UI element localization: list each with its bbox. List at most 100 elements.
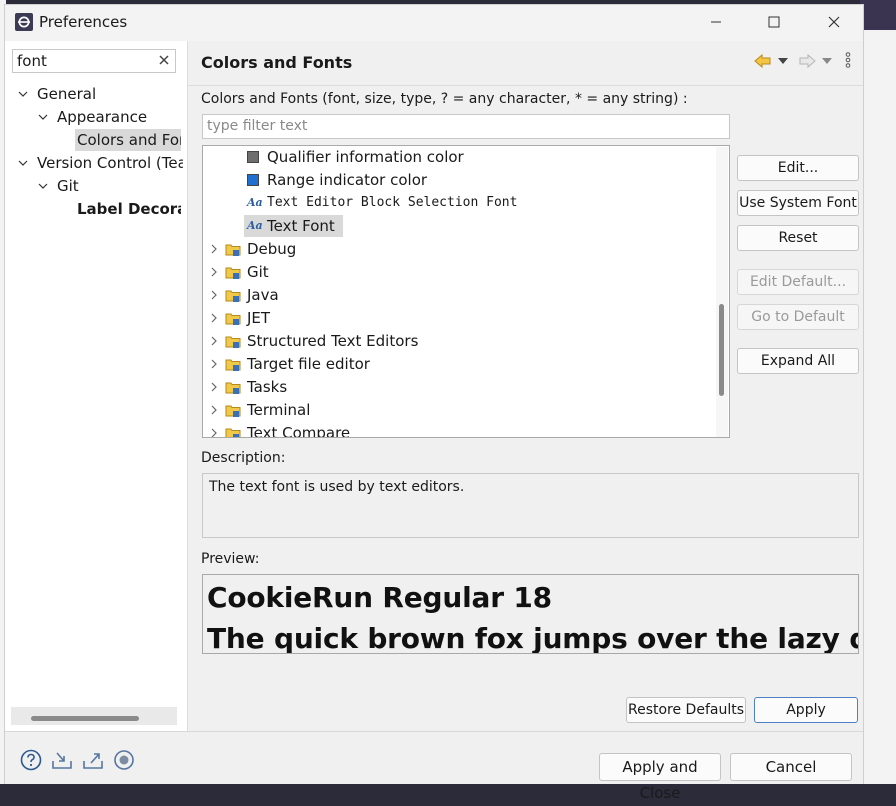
go-to-default-button[interactable]: Go to Default: [737, 304, 859, 330]
chevron-right-icon[interactable]: [209, 427, 219, 438]
view-menu-icon[interactable]: [845, 52, 851, 68]
list-item-label: Text Editor Block Selection Font: [267, 195, 518, 210]
folder-icon: [225, 382, 241, 394]
type-filter-placeholder: type filter text: [207, 118, 308, 134]
preview-font-name: CookieRun Regular 18: [207, 581, 552, 614]
tree-item-label: Version Control (Team): [37, 154, 183, 172]
list-item-label: Text Compare: [247, 424, 351, 438]
background-window: [864, 30, 896, 784]
dialog-footer: Apply and Close Cancel: [5, 731, 863, 802]
tree-item-label: Appearance: [57, 108, 148, 126]
page-title: Colors and Fonts: [201, 53, 353, 72]
chevron-right-icon[interactable]: [209, 243, 219, 255]
list-item-label: Target file editor: [247, 355, 370, 373]
tree-item-appearance[interactable]: Appearance: [37, 106, 183, 128]
restore-defaults-button[interactable]: Restore Defaults: [626, 697, 746, 723]
tree-item-git[interactable]: Git: [37, 175, 183, 197]
tree-item-label: Colors and Fonts: [77, 131, 181, 149]
clear-filter-icon[interactable]: [157, 53, 171, 67]
tree-item-colors-and-fonts[interactable]: Colors and Fonts: [75, 129, 181, 151]
edit-default-button[interactable]: Edit Default...: [737, 269, 859, 295]
chevron-right-icon[interactable]: [209, 404, 219, 416]
list-item-label: Debug: [247, 240, 297, 258]
description-label: Description:: [201, 450, 286, 466]
color-swatch: [247, 174, 259, 186]
folder-icon: [225, 267, 241, 279]
colors-and-fonts-label: Colors and Fonts (font, size, type, ? = …: [201, 91, 688, 107]
horizontal-scrollbar-thumb[interactable]: [31, 716, 139, 721]
preview-sample-text: The quick brown fox jumps over the lazy …: [207, 622, 859, 654]
tree-item-label: Label Decorations: [77, 200, 181, 218]
apply-button[interactable]: Apply: [754, 697, 858, 723]
chevron-right-icon[interactable]: [209, 358, 219, 370]
description-text: The text font is used by text editors.: [209, 479, 465, 495]
chevron-right-icon[interactable]: [209, 266, 219, 278]
close-icon: [828, 16, 840, 28]
tree-item-label: Git: [57, 177, 79, 195]
folder-icon: [225, 359, 241, 371]
list-item-text-font[interactable]: Aa Text Font: [244, 215, 343, 237]
chevron-right-icon[interactable]: [209, 335, 219, 347]
chevron-right-icon[interactable]: [209, 312, 219, 324]
folder-icon: [225, 428, 241, 437]
tree-item-version-control[interactable]: Version Control (Team): [17, 152, 183, 174]
close-button[interactable]: [811, 5, 857, 39]
filter-input-value[interactable]: font: [17, 52, 47, 70]
use-system-font-button[interactable]: Use System Font: [737, 190, 859, 216]
tree-item-label: General: [37, 85, 97, 103]
record-oomph-icon[interactable]: [113, 749, 135, 771]
cancel-button[interactable]: Cancel: [730, 753, 852, 781]
window-title: Preferences: [39, 13, 128, 31]
preview-label: Preview:: [201, 551, 260, 567]
desktop-background: [860, 0, 896, 30]
chevron-right-icon[interactable]: [209, 381, 219, 393]
maximize-button[interactable]: [751, 5, 797, 39]
vertical-scrollbar-thumb[interactable]: [719, 304, 724, 396]
maximize-icon: [768, 16, 780, 28]
forward-history-dropdown-icon[interactable]: [822, 58, 832, 64]
description-box: The text font is used by text editors.: [202, 473, 859, 538]
import-icon[interactable]: [51, 749, 73, 771]
apply-and-close-button[interactable]: Apply and Close: [599, 753, 721, 802]
list-item-label: Tasks: [247, 378, 288, 396]
back-history-dropdown-icon[interactable]: [778, 58, 788, 64]
list-item-label: Git: [247, 263, 269, 281]
eclipse-app-icon: [15, 13, 33, 31]
folder-icon: [225, 405, 241, 417]
list-item-label: Text Font: [267, 217, 335, 235]
list-item-label: JET: [247, 309, 271, 327]
font-preview-box: CookieRun Regular 18 The quick brown fox…: [202, 574, 859, 654]
folder-icon: [225, 290, 241, 302]
help-icon[interactable]: [20, 749, 42, 771]
chevron-down-icon[interactable]: [17, 88, 29, 100]
minimize-icon: [711, 21, 721, 23]
chevron-down-icon[interactable]: [37, 180, 49, 192]
chevron-down-icon[interactable]: [37, 111, 49, 123]
list-item-label: Java: [247, 286, 279, 304]
reset-button[interactable]: Reset: [737, 225, 859, 251]
export-icon[interactable]: [82, 749, 104, 771]
color-swatch: [247, 151, 259, 163]
tree-item-label-decorations[interactable]: Label Decorations: [77, 198, 181, 220]
forward-arrow-icon[interactable]: [798, 53, 816, 69]
back-arrow-icon[interactable]: [754, 53, 772, 69]
preference-filter-input[interactable]: font: [12, 49, 176, 73]
expand-all-button[interactable]: Expand All: [737, 348, 859, 374]
type-filter-input[interactable]: type filter text: [202, 114, 730, 139]
font-aa-icon: Aa: [247, 219, 263, 232]
list-item-label: Qualifier information color: [267, 148, 464, 166]
preferences-tree-pane: font General Appearance Colors and Fonts…: [5, 41, 188, 731]
folder-icon: [225, 336, 241, 348]
preferences-dialog: Preferences font General Appearance Colo…: [4, 4, 864, 802]
chevron-down-icon[interactable]: [17, 157, 29, 169]
minimize-button[interactable]: [693, 5, 739, 39]
tree-item-general[interactable]: General: [17, 83, 183, 105]
title-bar: Preferences: [5, 5, 863, 41]
folder-icon: [225, 244, 241, 256]
edit-button[interactable]: Edit...: [737, 155, 859, 181]
chevron-right-icon[interactable]: [209, 289, 219, 301]
list-item-label: Structured Text Editors: [247, 332, 419, 350]
list-item-label: Terminal: [247, 401, 311, 419]
list-item-label: Range indicator color: [267, 171, 428, 189]
colors-and-fonts-tree[interactable]: Qualifier information color Range indica…: [202, 145, 730, 438]
